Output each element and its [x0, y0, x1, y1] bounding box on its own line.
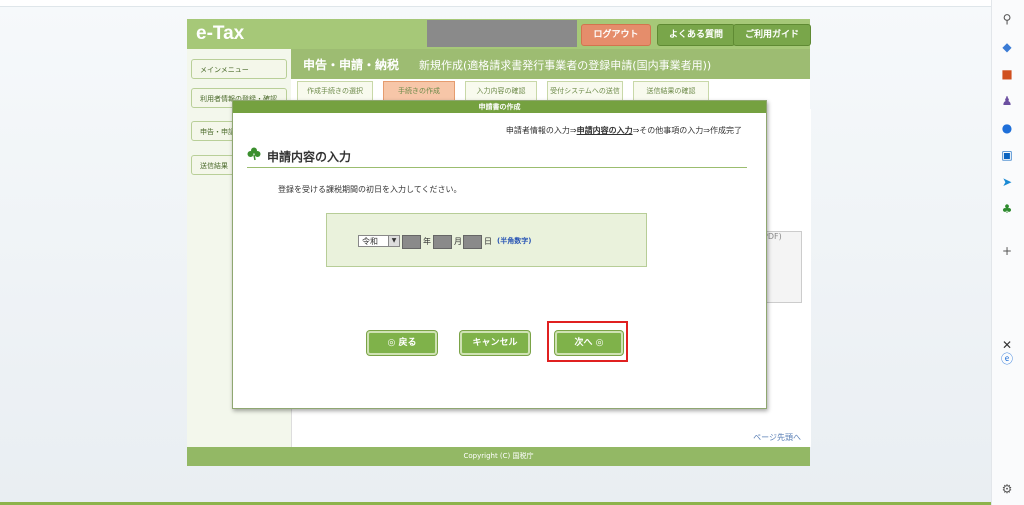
page-subtitle: 新規作成(適格請求書発行事業者の登録申請(国内事業者用)): [419, 59, 712, 72]
breadcrumb-arrow: ⇒: [703, 126, 710, 135]
month-input[interactable]: [433, 235, 452, 249]
step-result: 送信結果の確認: [633, 81, 709, 101]
era-select[interactable]: 令和 ▼: [358, 235, 400, 247]
extension-icon[interactable]: ⓔ: [1000, 352, 1014, 366]
guide-button[interactable]: ご利用ガイド: [733, 24, 811, 46]
outlook-icon[interactable]: ▣: [1000, 148, 1014, 162]
chevron-down-icon[interactable]: ▼: [388, 236, 399, 246]
date-input-panel: 令和 ▼ 年 月 日 (半角数字): [326, 213, 647, 267]
step-confirm: 入力内容の確認: [465, 81, 537, 101]
briefcase-icon[interactable]: ■: [1000, 67, 1014, 81]
footer-copyright: Copyright (C) 国税庁: [187, 447, 810, 466]
month-unit: 月: [454, 237, 462, 246]
etax-logo[interactable]: e-Tax: [196, 23, 244, 45]
people-icon[interactable]: ♟: [1000, 94, 1014, 108]
step-send: 受付システムへの送信: [547, 81, 623, 101]
search-icon[interactable]: ⚲: [1000, 12, 1014, 26]
day-unit: 日: [484, 237, 492, 246]
progress-steps: 作成手続きの選択 手続きの作成 入力内容の確認 受付システムへの送信 送信結果の…: [291, 81, 810, 101]
back-button[interactable]: ◎ 戻る: [367, 331, 437, 355]
step-create: 手続きの作成: [383, 81, 455, 101]
send-icon[interactable]: ➤: [1000, 175, 1014, 189]
half-width-hint: (半角数字): [497, 237, 532, 245]
gear-icon[interactable]: ⚙: [1000, 482, 1014, 496]
year-unit: 年: [423, 237, 431, 246]
redacted-area: [427, 20, 577, 47]
circle-app-icon[interactable]: ●: [1000, 121, 1014, 135]
browser-top-strip: [0, 0, 992, 7]
era-value: 令和: [362, 237, 378, 246]
step-select: 作成手続きの選択: [297, 81, 373, 101]
page-title: 申告・申請・納税: [303, 58, 400, 72]
application-dialog: 申請書の作成 申請者情報の入力⇒申請内容の入力⇒その他事項の入力⇒作成完了 申請…: [232, 100, 767, 409]
sidebar-item-main-menu[interactable]: メインメニュー: [191, 59, 287, 79]
tag-icon[interactable]: ◆: [1000, 40, 1014, 54]
pdf-box: PDF): [762, 231, 802, 303]
cancel-button[interactable]: キャンセル: [460, 331, 530, 355]
tree-icon[interactable]: ♣: [1000, 202, 1014, 216]
dialog-title: 申請書の作成: [233, 101, 766, 113]
close-icon[interactable]: ✕: [1000, 338, 1014, 352]
day-input[interactable]: [463, 235, 482, 249]
faq-button[interactable]: よくある質問: [657, 24, 735, 46]
instruction-text: 登録を受ける課税期間の初日を入力してください。: [278, 185, 462, 194]
browser-sidebar: ⚲ ◆ ■ ♟ ● ▣ ➤ ♣ + ✕ ⓔ ⚙: [991, 0, 1024, 505]
site-header: e-Tax ログアウト よくある質問 ご利用ガイド: [187, 19, 811, 49]
breadcrumb-step-applicant: 申請者情報の入力: [505, 126, 570, 135]
add-icon[interactable]: +: [1000, 244, 1014, 258]
page-top-link[interactable]: ページ先頭へ: [753, 432, 801, 443]
logout-button[interactable]: ログアウト: [581, 24, 651, 46]
breadcrumb: 申請者情報の入力⇒申請内容の入力⇒その他事項の入力⇒作成完了: [506, 125, 742, 136]
page-title-bar: 申告・申請・納税 新規作成(適格請求書発行事業者の登録申請(国内事業者用)): [291, 49, 810, 79]
breadcrumb-step-current: 申請内容の入力: [576, 126, 633, 135]
section-header: 申請内容の入力: [247, 145, 747, 168]
highlight-box: [547, 321, 628, 362]
breadcrumb-step-complete: 作成完了: [710, 126, 742, 135]
breadcrumb-arrow: ⇒: [569, 126, 577, 135]
breadcrumb-step-other: その他事項の入力: [639, 126, 704, 135]
year-input[interactable]: [402, 235, 421, 249]
section-title: 申請内容の入力: [267, 150, 352, 164]
clover-icon: [247, 147, 261, 161]
